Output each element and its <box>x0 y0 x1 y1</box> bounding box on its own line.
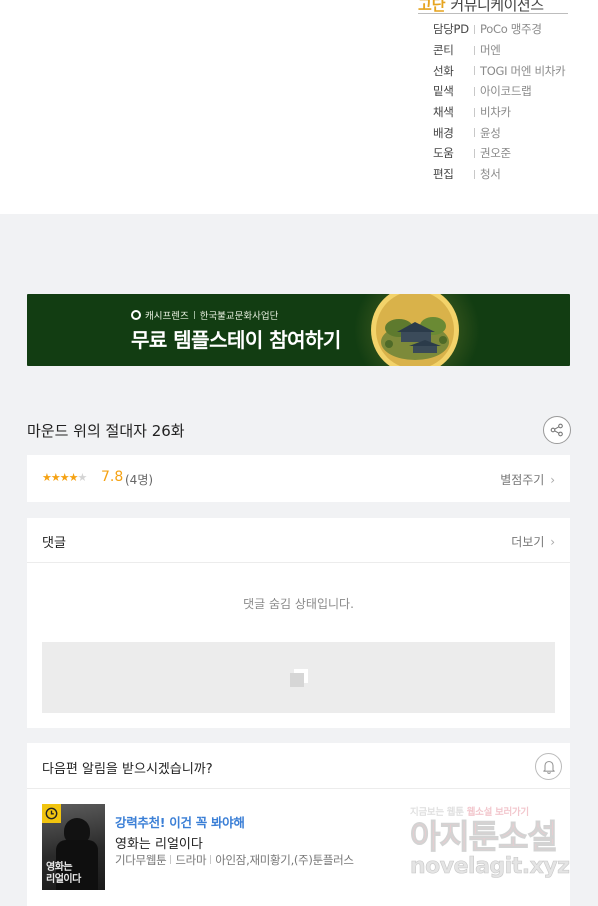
thumbnail-title-logo: 영화는 리얼이다 <box>46 862 81 886</box>
rating-score: 7.8 <box>101 469 124 485</box>
comments-hidden-message: 댓글 숨김 상태입니다. <box>243 597 354 611</box>
credit-separator <box>474 107 475 117</box>
recommendation-authors: 아인잠,재미황기,(주)툰플러스 <box>215 853 354 867</box>
recommendation-thumbnail[interactable]: 영화는 리얼이다 <box>42 804 105 890</box>
credit-separator <box>474 66 475 76</box>
empty-star-icon: ★ <box>77 471 87 484</box>
notification-question: 다음편 알림을 받으시겠습니까? <box>42 762 213 777</box>
temple-illustration-icon <box>371 294 459 366</box>
bell-icon <box>542 760 555 774</box>
credit-names: 아이코드랩 <box>480 84 532 99</box>
recommendation-title[interactable]: 영화는 리얼이다 <box>115 833 203 852</box>
credit-row: 배경 윤성 <box>433 122 565 143</box>
credit-names: PoCo 맹주경 <box>480 22 542 37</box>
meta-separator <box>210 855 212 864</box>
credit-names: 머엔 <box>480 43 501 58</box>
filled-stars-icon: ★★★★ <box>42 471 78 484</box>
credit-names: 청서 <box>480 167 501 182</box>
recommendation-genre: 드라마 <box>175 853 207 867</box>
image-placeholder-icon <box>290 669 308 687</box>
comments-header: 댓글 더보기 › <box>27 518 570 563</box>
credit-names: 권오준 <box>480 146 511 161</box>
rating-votes: (4명) <box>125 473 154 487</box>
recommendation-meta: 기다무웹툰 드라마 아인잠,재미황기,(주)툰플러스 <box>115 852 354 868</box>
credit-role: 배경 <box>433 125 454 140</box>
credit-separator <box>474 148 475 158</box>
banner-brand: 캐시프렌즈 <box>145 311 189 322</box>
credit-names: 비차카 <box>480 105 511 120</box>
credit-row: 편집 청서 <box>433 164 565 185</box>
recommendation-tag: 강력추천! 이건 꼭 봐야해 <box>115 815 245 830</box>
credit-separator <box>474 86 475 96</box>
credit-row: 밑색 아이코드랩 <box>433 81 565 102</box>
rating-card: ★★★★★ 7.8 (4명) 별점주기 › <box>27 455 570 502</box>
meta-separator <box>170 855 172 864</box>
credit-separator <box>474 169 475 179</box>
rate-button[interactable]: 별점주기 › <box>500 471 555 488</box>
rate-button-label: 별점주기 <box>500 473 545 487</box>
credits-section: 고단 커뮤니케이션즈 담당PD PoCo 맹주경 콘티 머엔 선화 TOGI 머엔 비… <box>0 0 598 214</box>
recommendation-category: 기다무웹툰 <box>115 853 167 867</box>
banner-partner: 한국불교문화사업단 <box>199 311 279 322</box>
credit-role: 콘티 <box>433 43 454 58</box>
publisher-rest: 커뮤니케이션즈 <box>450 0 544 14</box>
share-button[interactable] <box>543 416 571 444</box>
credit-row: 콘티 머엔 <box>433 40 565 61</box>
thumbnail-logo-line2: 리얼이다 <box>46 874 81 885</box>
thumbnail-logo-line1: 영화는 <box>46 862 73 873</box>
credit-role: 도움 <box>433 146 454 161</box>
notification-header: 다음편 알림을 받으시겠습니까? <box>27 743 570 789</box>
credit-role: 밑색 <box>433 84 454 99</box>
credit-row: 도움 권오준 <box>433 143 565 164</box>
templestay-banner[interactable]: 캐시프렌즈 한국불교문화사업단 무료 템플스테이 참여하기 <box>27 294 570 366</box>
ad-placeholder[interactable] <box>42 642 555 713</box>
comments-card: 댓글 더보기 › 댓글 숨김 상태입니다. <box>27 518 570 728</box>
credit-role: 선화 <box>433 63 454 78</box>
credit-row: 선화 TOGI 머엔 비차카 <box>433 60 566 81</box>
banner-headline: 무료 템플스테이 참여하기 <box>131 328 341 352</box>
credit-separator <box>474 24 475 34</box>
banner-brand-line: 캐시프렌즈 한국불교문화사업단 <box>131 308 278 322</box>
credit-role: 담당PD <box>433 22 469 37</box>
publisher-divider <box>418 13 568 14</box>
credits-list: 담당PD PoCo 맹주경 콘티 머엔 선화 TOGI 머엔 비차카 밑색 아이코드랩 … <box>433 19 566 185</box>
credit-role: 편집 <box>433 167 454 182</box>
comments-title: 댓글 <box>42 536 66 551</box>
credit-names: 윤성 <box>480 125 501 140</box>
rating-stars: ★★★★★ <box>42 471 87 484</box>
credit-row: 채색 비차카 <box>433 102 565 123</box>
credit-names: TOGI 머엔 비차카 <box>480 63 566 78</box>
episode-title: 마운드 위의 절대자 26화 <box>27 422 185 440</box>
clock-badge-icon <box>42 804 61 823</box>
chevron-right-icon: › <box>550 535 555 549</box>
banner-brand-separator <box>193 311 195 319</box>
cashfriends-logo-icon <box>131 310 141 320</box>
notification-card: 다음편 알림을 받으시겠습니까? 영화는 리얼이다 강력추천! 이건 꼭 봐야해… <box>27 743 570 906</box>
share-icon <box>550 423 563 437</box>
publisher-accent: 고단 <box>418 0 446 14</box>
comments-more-label: 더보기 <box>511 535 545 549</box>
credit-role: 채색 <box>433 105 454 120</box>
credit-row: 담당PD PoCo 맹주경 <box>433 19 565 40</box>
chevron-right-icon: › <box>550 473 555 487</box>
comments-more-button[interactable]: 더보기 › <box>511 533 555 550</box>
notification-bell-button[interactable] <box>535 753 562 780</box>
credit-separator <box>474 128 475 138</box>
credit-separator <box>474 45 475 55</box>
